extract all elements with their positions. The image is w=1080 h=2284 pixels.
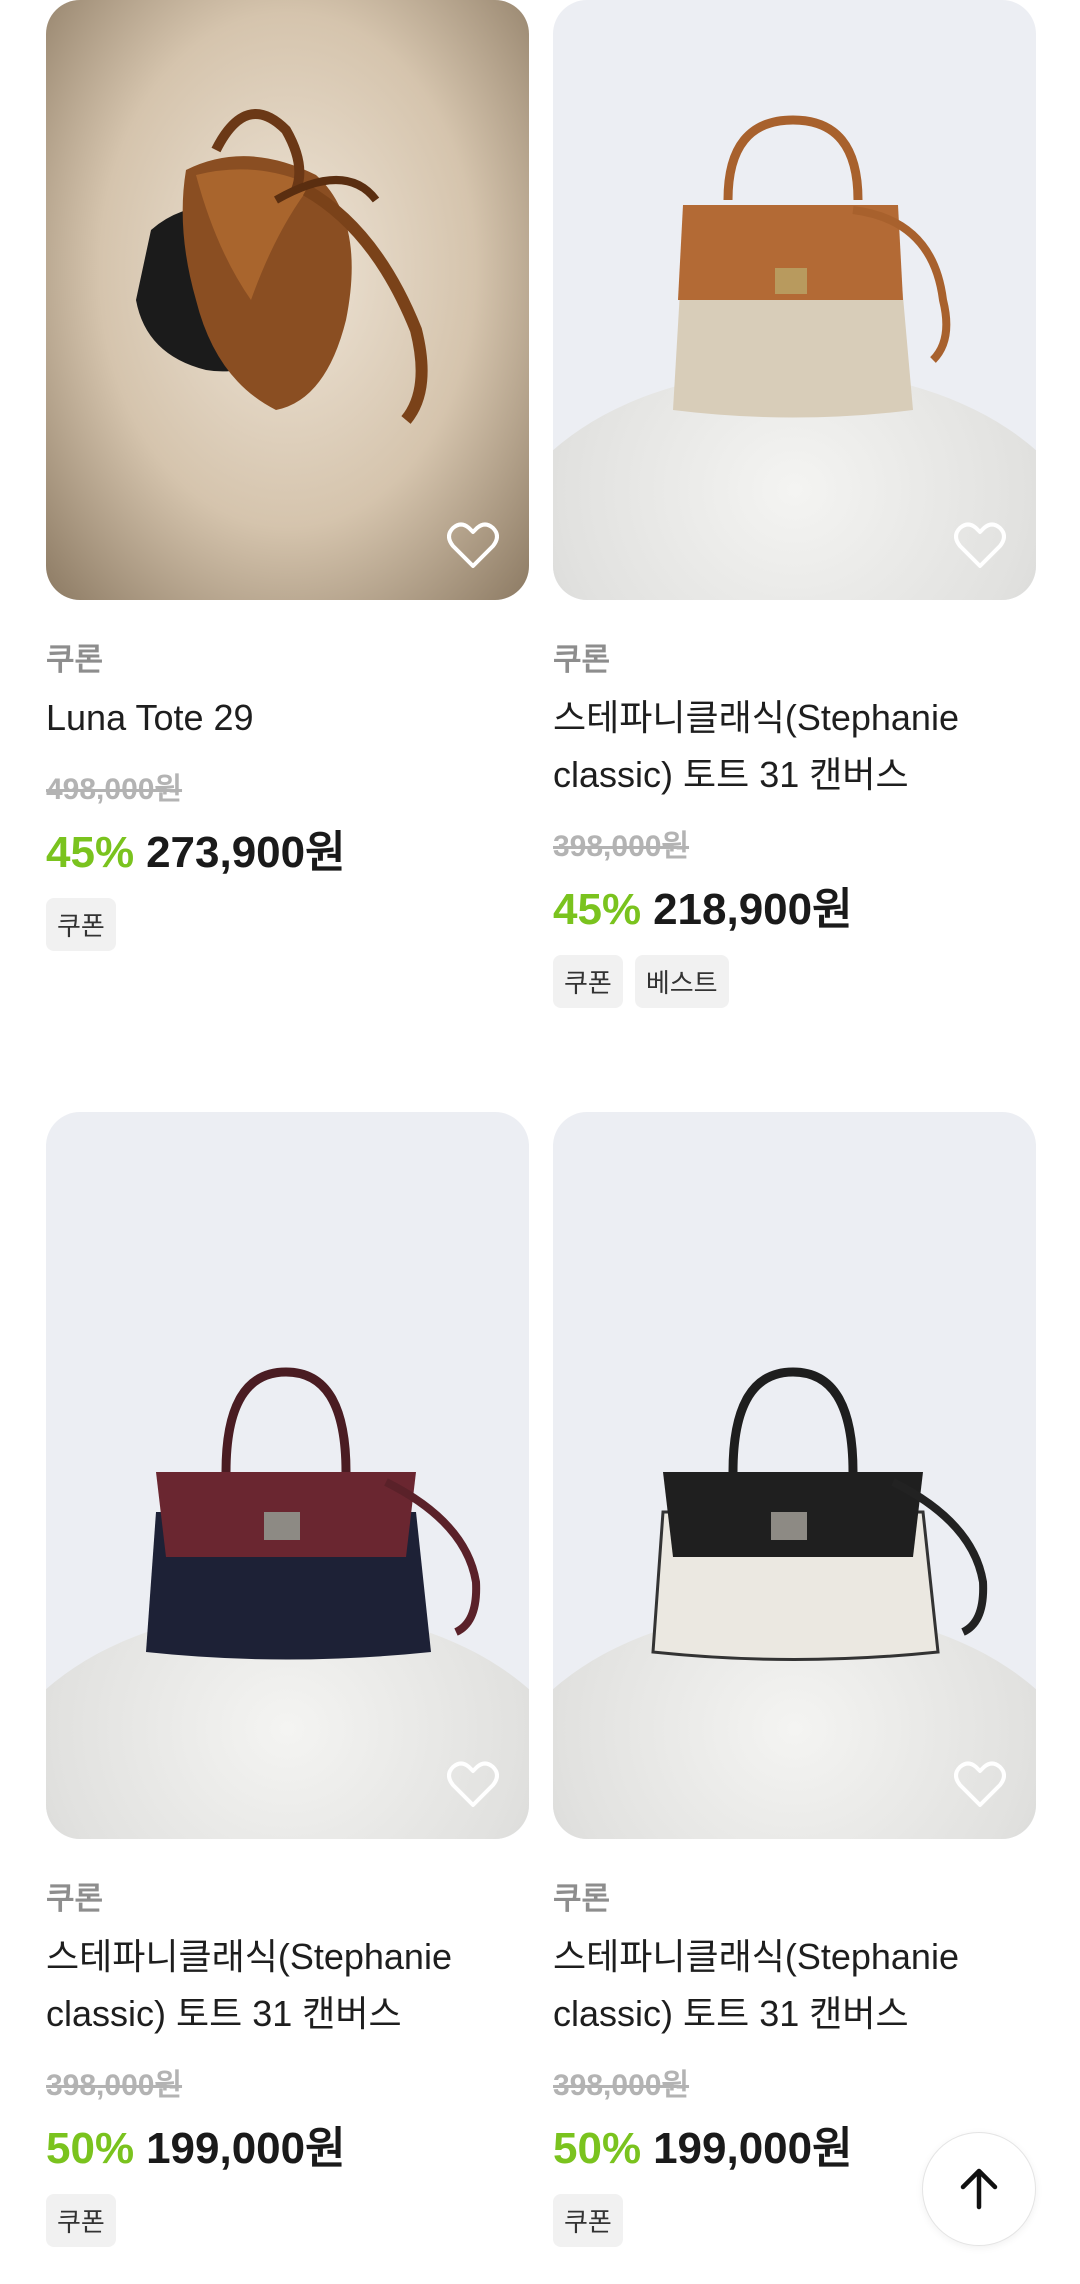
heart-icon[interactable] xyxy=(447,1761,499,1809)
tag-coupon: 쿠폰 xyxy=(46,2194,116,2247)
discount-rate: 45% xyxy=(46,828,135,877)
product-card-2[interactable]: 쿠론 스테파니클래식(Stephanie classic) 토트 31 캔버스 … xyxy=(553,0,1036,1008)
brand-name: 쿠론 xyxy=(46,1881,104,1916)
price-row: 45% 273,900원 xyxy=(46,816,529,880)
scroll-to-top-button[interactable] xyxy=(922,2132,1036,2246)
tag-coupon: 쿠폰 xyxy=(46,898,116,951)
tag-best: 베스트 xyxy=(634,955,729,1008)
discount-rate: 50% xyxy=(46,2124,135,2173)
original-price: 498,000원 xyxy=(46,773,183,806)
original-price: 398,000원 xyxy=(553,830,690,863)
original-price: 398,000원 xyxy=(553,2069,690,2102)
price-row: 50% 199,000원 xyxy=(46,2112,529,2176)
navy-burgundy-handbag-photo xyxy=(146,1367,481,1660)
heart-icon[interactable] xyxy=(954,522,1006,570)
sale-price: 199,000원 xyxy=(653,2124,853,2173)
black-white-handbag-photo xyxy=(651,1367,988,1661)
brand-name: 쿠론 xyxy=(553,1881,611,1916)
product-image-2[interactable] xyxy=(553,0,1036,600)
original-price: 398,000원 xyxy=(46,2069,183,2102)
discount-rate: 50% xyxy=(553,2124,642,2173)
product-image-4[interactable] xyxy=(553,1112,1036,1839)
product-image-1[interactable] xyxy=(46,0,529,600)
price-row: 45% 218,900원 xyxy=(553,873,1036,937)
brand-name: 쿠론 xyxy=(553,642,611,677)
beige-canvas-handbag-photo xyxy=(673,115,951,418)
sale-price: 218,900원 xyxy=(653,885,853,934)
product-card-4[interactable]: 쿠론 스테파니클래식(Stephanie classic) 토트 31 캔버스 … xyxy=(553,1112,1036,2247)
product-name[interactable]: 스테파니클래식(Stephanie classic) 토트 31 캔버스 xyxy=(46,1928,529,2042)
discount-rate: 45% xyxy=(553,885,642,934)
sale-price: 199,000원 xyxy=(146,2124,346,2173)
product-card-1[interactable]: 쿠론 Luna Tote 29 498,000원 45% 273,900원 쿠폰 xyxy=(46,0,529,951)
product-image-3[interactable] xyxy=(46,1112,529,1839)
tag-list: 쿠폰 xyxy=(46,2194,529,2247)
sale-price: 273,900원 xyxy=(146,828,346,877)
brand-name: 쿠론 xyxy=(46,642,104,677)
tag-list: 쿠폰 xyxy=(46,898,529,951)
arrow-up-icon xyxy=(960,2168,998,2210)
tag-coupon: 쿠폰 xyxy=(553,2194,623,2247)
product-card-3[interactable]: 쿠론 스테파니클래식(Stephanie classic) 토트 31 캔버스 … xyxy=(46,1112,529,2247)
heart-icon[interactable] xyxy=(954,1761,1006,1809)
product-name[interactable]: Luna Tote 29 xyxy=(46,689,529,746)
tag-coupon: 쿠폰 xyxy=(553,955,623,1008)
heart-icon[interactable] xyxy=(447,522,499,570)
product-name[interactable]: 스테파니클래식(Stephanie classic) 토트 31 캔버스 xyxy=(553,689,1036,803)
product-name[interactable]: 스테파니클래식(Stephanie classic) 토트 31 캔버스 xyxy=(553,1928,1036,2042)
brown-leather-tote-photo xyxy=(136,109,428,424)
tag-list: 쿠폰 베스트 xyxy=(553,955,1036,1008)
